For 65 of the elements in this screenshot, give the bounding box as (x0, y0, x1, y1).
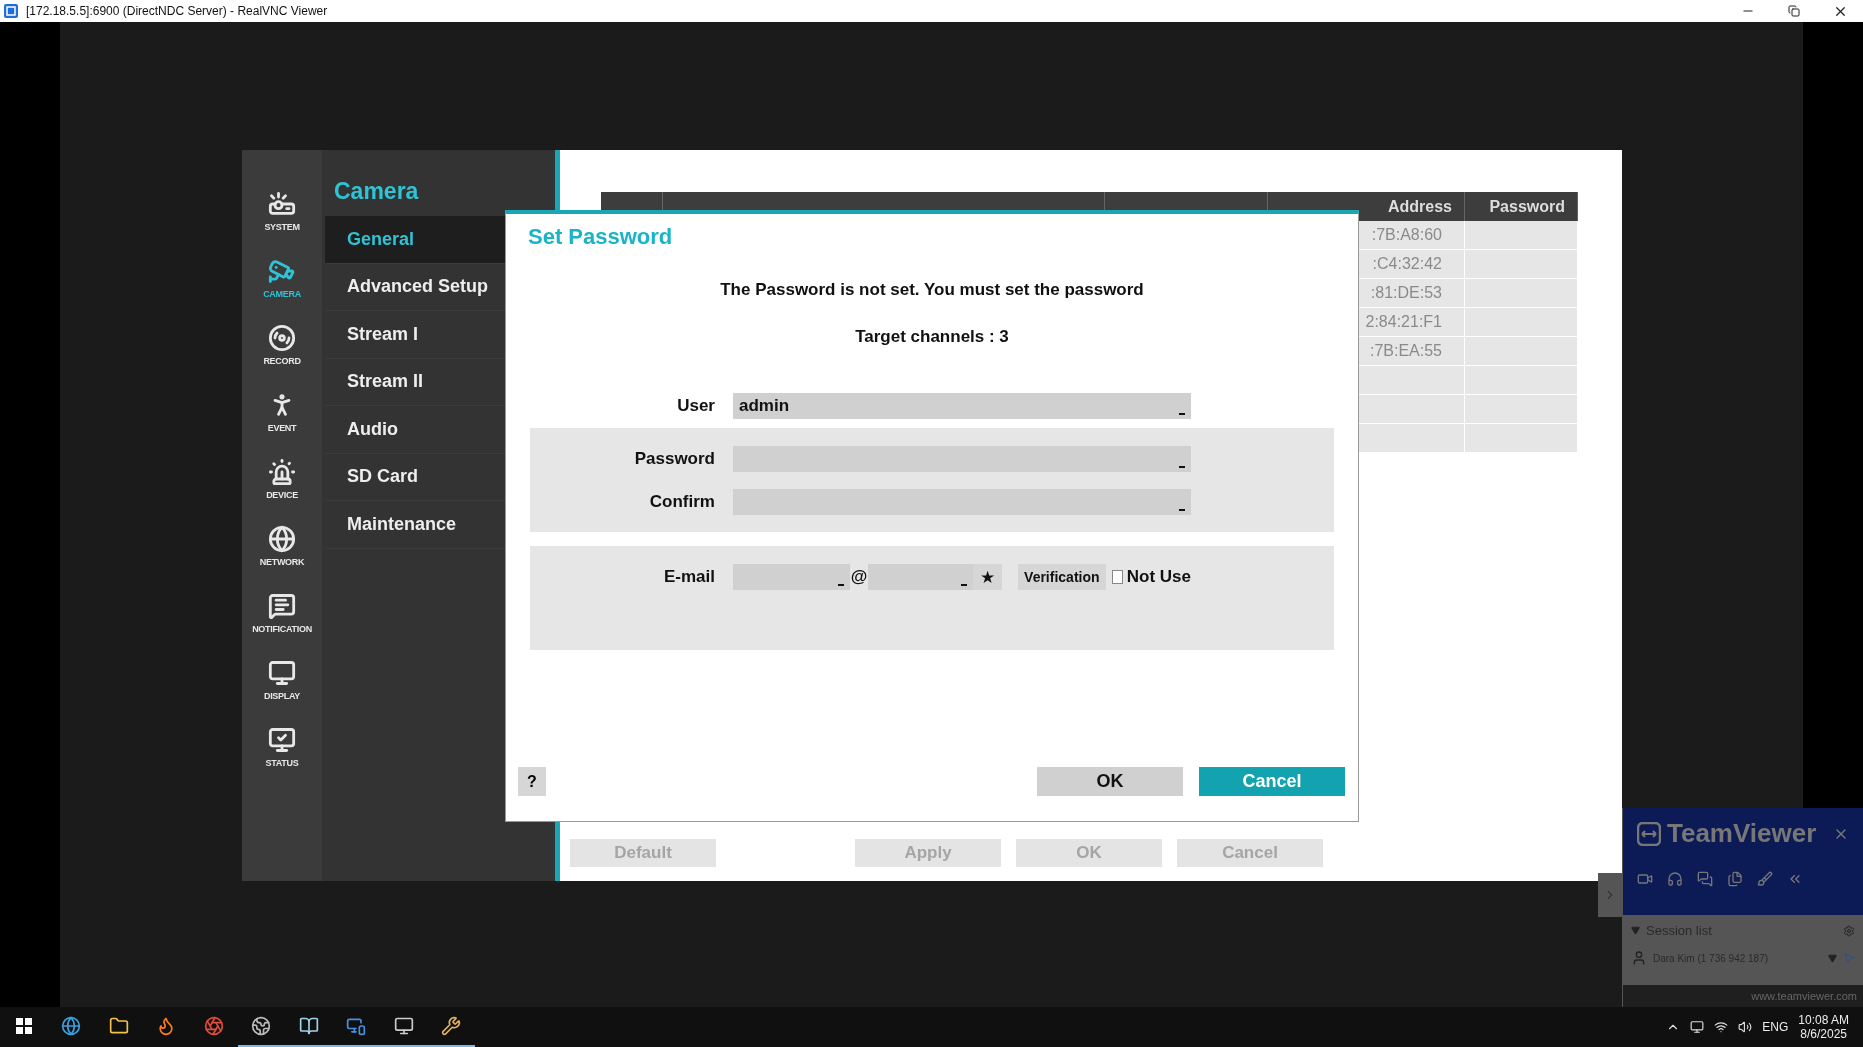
brush-icon[interactable] (1757, 871, 1773, 887)
field-label: E-mail (662, 567, 715, 587)
target-channels: Target channels : 3 (855, 327, 1009, 347)
network-icon[interactable] (1690, 1020, 1705, 1034)
aperture-icon (203, 1016, 224, 1036)
window-title: [172.18.5.5]:6900 (DirectNDC Server) - RealVNC Viewer (26, 4, 329, 18)
volume-icon[interactable] (1738, 1020, 1753, 1034)
field-label: User (676, 396, 715, 416)
field-label: Password (633, 449, 715, 469)
category-item[interactable]: RECORD (263, 324, 301, 376)
category-item[interactable]: STATUS (265, 726, 299, 778)
dropdown-icon[interactable] (1828, 953, 1837, 963)
chat-icon[interactable] (1697, 871, 1713, 887)
disc-icon (268, 324, 296, 352)
globe-icon (61, 1016, 82, 1036)
warning-message: The Password is not set. You must set the password (720, 280, 1144, 300)
double-arrow-logo-icon (1637, 821, 1661, 846)
wifi-icon[interactable] (1714, 1020, 1729, 1034)
dialog-button[interactable]: OK (1037, 767, 1183, 796)
globe-icon (268, 525, 296, 553)
category-item[interactable]: DISPLAY (263, 659, 301, 711)
projector-icon (268, 190, 296, 218)
input-field[interactable] (733, 446, 1191, 472)
language-indicator[interactable]: ENG (1762, 1020, 1789, 1034)
security-camera-icon (268, 257, 296, 285)
checkbox-label: Not Use (1126, 567, 1191, 587)
folder-icon (108, 1016, 129, 1036)
monitor-icon (393, 1016, 414, 1036)
message-icon (268, 592, 296, 620)
video-icon[interactable] (1637, 871, 1653, 887)
files-icon[interactable] (1727, 871, 1743, 887)
checkbox[interactable] (1111, 570, 1123, 584)
category-item[interactable]: DEVICE (266, 458, 298, 510)
category-item[interactable]: NETWORK (259, 525, 305, 577)
field-label: Confirm (648, 492, 715, 512)
category-item[interactable]: NOTIFICATION (252, 592, 312, 644)
input-field[interactable] (733, 489, 1191, 515)
user-avatar-icon (1631, 950, 1647, 966)
earth-icon (251, 1016, 272, 1036)
book-icon (298, 1016, 319, 1036)
headset-icon[interactable] (1667, 871, 1683, 887)
input-field[interactable] (733, 564, 850, 590)
menu-title: Camera (333, 178, 420, 206)
help-button[interactable]: ? (518, 767, 546, 796)
app-logo-icon (4, 4, 18, 18)
siren-icon (268, 458, 296, 486)
monitor-icon (268, 659, 296, 687)
category-item[interactable]: CAMERA (263, 257, 301, 309)
monitor-check-icon (268, 726, 296, 754)
clock-time[interactable]: 10:08 AM (1798, 1013, 1849, 1027)
collapse-icon[interactable] (1631, 926, 1640, 935)
brand-name: TeamViewer (1667, 818, 1818, 849)
remote-screen-icon (346, 1016, 367, 1036)
at-sign: @ (849, 567, 869, 587)
column-header: Password (1465, 192, 1578, 221)
category-item[interactable]: SYSTEM (264, 190, 300, 242)
category-item[interactable]: EVENT (267, 391, 297, 443)
verification-button[interactable]: Verification (1018, 564, 1106, 590)
settings-icon[interactable] (1843, 924, 1855, 937)
wrench-icon (441, 1016, 462, 1036)
clock-date[interactable]: 8/6/2025 (1800, 1027, 1847, 1041)
input-field[interactable]: admin (733, 393, 1191, 419)
windows-logo-icon (15, 1018, 32, 1034)
input-field[interactable] (868, 564, 973, 590)
domain-button[interactable]: ★ (972, 564, 1003, 590)
